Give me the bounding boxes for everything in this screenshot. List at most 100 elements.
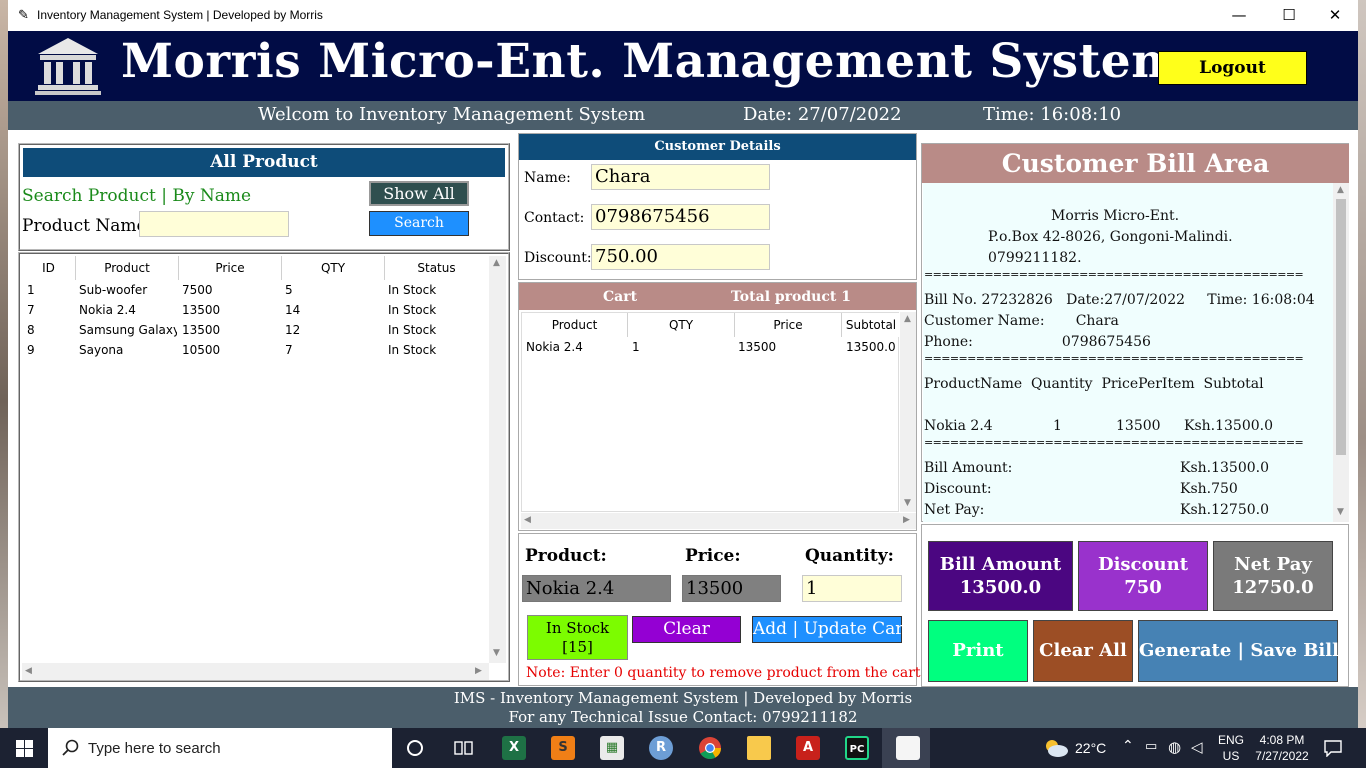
- product-name-input[interactable]: [139, 211, 289, 237]
- scroll-left-arrow-icon[interactable]: ◀: [25, 666, 32, 676]
- minimize-button[interactable]: —: [1216, 0, 1262, 31]
- product-qty-cell[interactable]: 12: [285, 320, 383, 340]
- product-qty-cell[interactable]: 7: [285, 340, 383, 360]
- scroll-down-arrow-icon[interactable]: ▼: [1337, 507, 1344, 517]
- taskbar-search-box[interactable]: Type here to search: [48, 728, 392, 768]
- product-id-cell[interactable]: 7: [27, 300, 73, 320]
- bill-discount-label: Discount:: [924, 481, 992, 497]
- bill-number-line: Bill No. 27232826 Date:27/07/2022 Time: …: [924, 292, 1315, 308]
- product-name-cell[interactable]: Samsung Galaxy A: [79, 320, 177, 340]
- notification-icon[interactable]: [1324, 739, 1342, 757]
- search-button[interactable]: Search: [369, 211, 469, 236]
- product-qty-cell[interactable]: 5: [285, 280, 383, 300]
- network-globe-icon[interactable]: ◍: [1168, 738, 1181, 756]
- bill-customer-phone: Phone: 0798675456: [924, 334, 1151, 350]
- taskbar-clock[interactable]: 4:08 PM 7/27/2022: [1252, 732, 1312, 764]
- column-header-id[interactable]: ID: [22, 256, 76, 280]
- scroll-down-arrow-icon[interactable]: ▼: [493, 648, 500, 658]
- bill-scroll-thumb[interactable]: [1336, 199, 1346, 455]
- scroll-up-arrow-icon[interactable]: ▲: [1337, 185, 1344, 195]
- product-qty-cell[interactable]: 14: [285, 300, 383, 320]
- product-id-cell[interactable]: 9: [27, 340, 73, 360]
- cart-column-subtotal[interactable]: Subtotal: [842, 313, 900, 337]
- cart-product-cell[interactable]: Nokia 2.4: [526, 337, 626, 357]
- product-name-cell[interactable]: Sayona: [79, 340, 177, 360]
- product-price-cell[interactable]: 13500: [182, 320, 280, 340]
- notepad-taskbar-button[interactable]: [882, 728, 930, 768]
- scroll-up-arrow-icon[interactable]: ▲: [904, 314, 911, 324]
- windows-start-icon[interactable]: [16, 740, 33, 757]
- column-header-product[interactable]: Product: [76, 256, 179, 280]
- column-header-price[interactable]: Price: [179, 256, 282, 280]
- generate-save-bill-button[interactable]: Generate | Save Bill: [1138, 620, 1339, 682]
- weather-icon[interactable]: [1043, 738, 1069, 758]
- excel-icon[interactable]: X: [502, 736, 526, 760]
- file-explorer-icon[interactable]: [747, 736, 771, 760]
- bill-amount-box: Bill Amount 13500.0: [928, 541, 1073, 611]
- r-icon[interactable]: R: [649, 736, 673, 760]
- add-update-cart-button[interactable]: Add | Update Cart: [752, 616, 910, 643]
- scroll-up-arrow-icon[interactable]: ▲: [493, 258, 500, 268]
- selected-product-field[interactable]: Nokia 2.4: [522, 575, 671, 602]
- show-all-button[interactable]: Show All: [369, 181, 469, 206]
- scroll-right-arrow-icon[interactable]: ▶: [903, 515, 910, 525]
- clear-button[interactable]: Clear: [632, 616, 741, 643]
- customer-contact-input[interactable]: 0798675456: [591, 204, 770, 230]
- customer-discount-input[interactable]: 750.00: [591, 244, 770, 270]
- product-table-horizontal-scrollbar[interactable]: ◀ ▶: [22, 663, 489, 680]
- product-name-cell[interactable]: Sub-woofer: [79, 280, 177, 300]
- windows-taskbar: Type here to search X S ▦ R A PC 22°C ⌃ …: [0, 728, 1366, 768]
- chart-app-icon[interactable]: ▦: [600, 736, 624, 760]
- pycharm-icon[interactable]: PC: [845, 736, 869, 760]
- product-price-cell[interactable]: 7500: [182, 280, 280, 300]
- product-name-cell[interactable]: Nokia 2.4: [79, 300, 177, 320]
- product-status-cell[interactable]: In Stock: [388, 320, 486, 340]
- product-status-cell[interactable]: In Stock: [388, 280, 486, 300]
- cart-horizontal-scrollbar[interactable]: ◀ ▶: [521, 513, 916, 529]
- selected-price-field[interactable]: 13500: [682, 575, 781, 602]
- product-price-cell[interactable]: 10500: [182, 340, 280, 360]
- close-button[interactable]: ✕: [1312, 0, 1358, 31]
- cart-column-price[interactable]: Price: [735, 313, 842, 337]
- clear-all-button[interactable]: Clear All: [1033, 620, 1133, 682]
- column-header-status[interactable]: Status: [385, 256, 488, 280]
- chrome-icon[interactable]: [698, 736, 722, 760]
- logout-button[interactable]: Logout: [1158, 51, 1307, 85]
- product-id-cell[interactable]: 8: [27, 320, 73, 340]
- cart-subtotal-cell[interactable]: 13500.0: [846, 337, 900, 357]
- product-table: ID Product Price QTY Status 1 Sub-woofer…: [18, 252, 510, 682]
- scroll-left-arrow-icon[interactable]: ◀: [524, 515, 531, 525]
- bill-vertical-scrollbar[interactable]: ▲ ▼: [1333, 183, 1349, 522]
- column-header-qty[interactable]: QTY: [282, 256, 385, 280]
- discount-label: Discount:: [524, 250, 592, 266]
- volume-icon[interactable]: ◁: [1191, 738, 1203, 756]
- product-id-cell[interactable]: 1: [27, 280, 73, 300]
- cart-qty-cell[interactable]: 1: [632, 337, 732, 357]
- print-button[interactable]: Print: [928, 620, 1028, 682]
- quantity-input[interactable]: 1: [802, 575, 902, 602]
- desktop-background-left: [0, 0, 8, 730]
- battery-icon[interactable]: ▭: [1145, 739, 1157, 754]
- bill-text-area[interactable]: Morris Micro-Ent. P.o.Box 42-8026, Gongo…: [923, 183, 1333, 522]
- cart-column-product[interactable]: Product: [522, 313, 628, 337]
- maximize-button[interactable]: ☐: [1266, 0, 1312, 31]
- cart-price-cell[interactable]: 13500: [738, 337, 838, 357]
- task-view-icon[interactable]: [454, 739, 474, 757]
- cortana-icon[interactable]: [406, 739, 424, 757]
- language-indicator[interactable]: ENG US: [1216, 732, 1246, 764]
- sublime-icon[interactable]: S: [551, 736, 575, 760]
- cart-column-qty[interactable]: QTY: [628, 313, 735, 337]
- chevron-up-icon[interactable]: ⌃: [1122, 738, 1134, 754]
- product-table-vertical-scrollbar[interactable]: ▲ ▼: [489, 256, 506, 663]
- scroll-down-arrow-icon[interactable]: ▼: [904, 498, 911, 508]
- app-header: Morris Micro-Ent. Management System Logo…: [8, 31, 1358, 101]
- scroll-right-arrow-icon[interactable]: ▶: [475, 666, 482, 676]
- product-status-cell[interactable]: In Stock: [388, 300, 486, 320]
- acrobat-icon[interactable]: A: [796, 736, 820, 760]
- product-status-cell[interactable]: In Stock: [388, 340, 486, 360]
- product-price-cell[interactable]: 13500: [182, 300, 280, 320]
- selected-product-label: Product:: [525, 546, 607, 566]
- cart-vertical-scrollbar[interactable]: ▲ ▼: [900, 312, 916, 512]
- weather-temperature[interactable]: 22°C: [1075, 740, 1106, 756]
- customer-name-input[interactable]: Chara: [591, 164, 770, 190]
